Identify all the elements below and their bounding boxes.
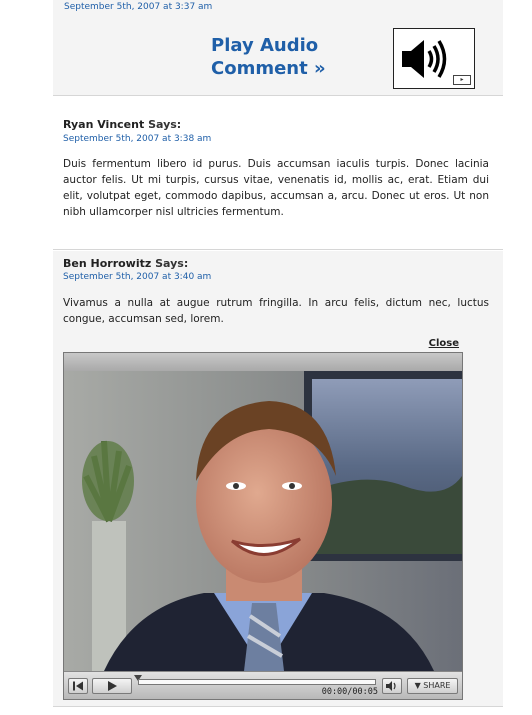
comment-date: September 5th, 2007 at 3:37 am <box>64 2 213 12</box>
comment-ryan-vincent: Ryan Vincent Says: September 5th, 2007 a… <box>53 97 503 250</box>
comment-body: Duis fermentum libero id purus. Duis acc… <box>63 158 489 218</box>
comment-date: September 5th, 2007 at 3:40 am <box>63 272 212 282</box>
speaker-icon <box>402 40 447 78</box>
skip-to-start-button[interactable] <box>68 678 88 694</box>
says-label: Says: <box>155 257 189 270</box>
video-frame[interactable] <box>64 371 462 671</box>
play-button[interactable] <box>92 678 132 694</box>
comment-date: September 5th, 2007 at 3:38 am <box>63 134 212 144</box>
video-player: 00:00/00:05 ▼ SHARE <box>63 352 463 700</box>
play-audio-comment-link[interactable]: Play Audio Comment » <box>211 34 361 80</box>
author-name: Ryan Vincent <box>63 118 145 131</box>
timecode: 00:00/00:05 <box>321 687 378 697</box>
comment-author: Ryan Vincent Says: <box>63 118 181 131</box>
video-still-image <box>64 371 462 671</box>
share-button[interactable]: ▼ SHARE <box>407 678 458 694</box>
comment-ben-horrowitz: Ben Horrowitz Says: September 5th, 2007 … <box>53 251 503 707</box>
player-title-bar <box>64 353 462 371</box>
comment-audio: September 5th, 2007 at 3:37 am Play Audi… <box>53 0 503 96</box>
play-icon <box>108 681 117 691</box>
audio-player-button[interactable]: ▸ <box>393 28 475 89</box>
close-video-link[interactable]: Close <box>423 338 459 349</box>
comment-body: Vivamus a nulla at augue rutrum fringill… <box>63 297 489 325</box>
volume-icon <box>386 681 396 691</box>
skip-to-start-icon <box>73 681 83 691</box>
volume-button[interactable] <box>382 678 402 694</box>
comments-page: September 5th, 2007 at 3:37 am Play Audi… <box>0 0 532 715</box>
author-name: Ben Horrowitz <box>63 257 152 270</box>
comment-author: Ben Horrowitz Says: <box>63 257 188 270</box>
player-controls: 00:00/00:05 ▼ SHARE <box>64 671 462 699</box>
says-label: Says: <box>148 118 182 131</box>
small-play-badge-icon: ▸ <box>453 75 471 85</box>
progress-track[interactable] <box>138 679 376 685</box>
